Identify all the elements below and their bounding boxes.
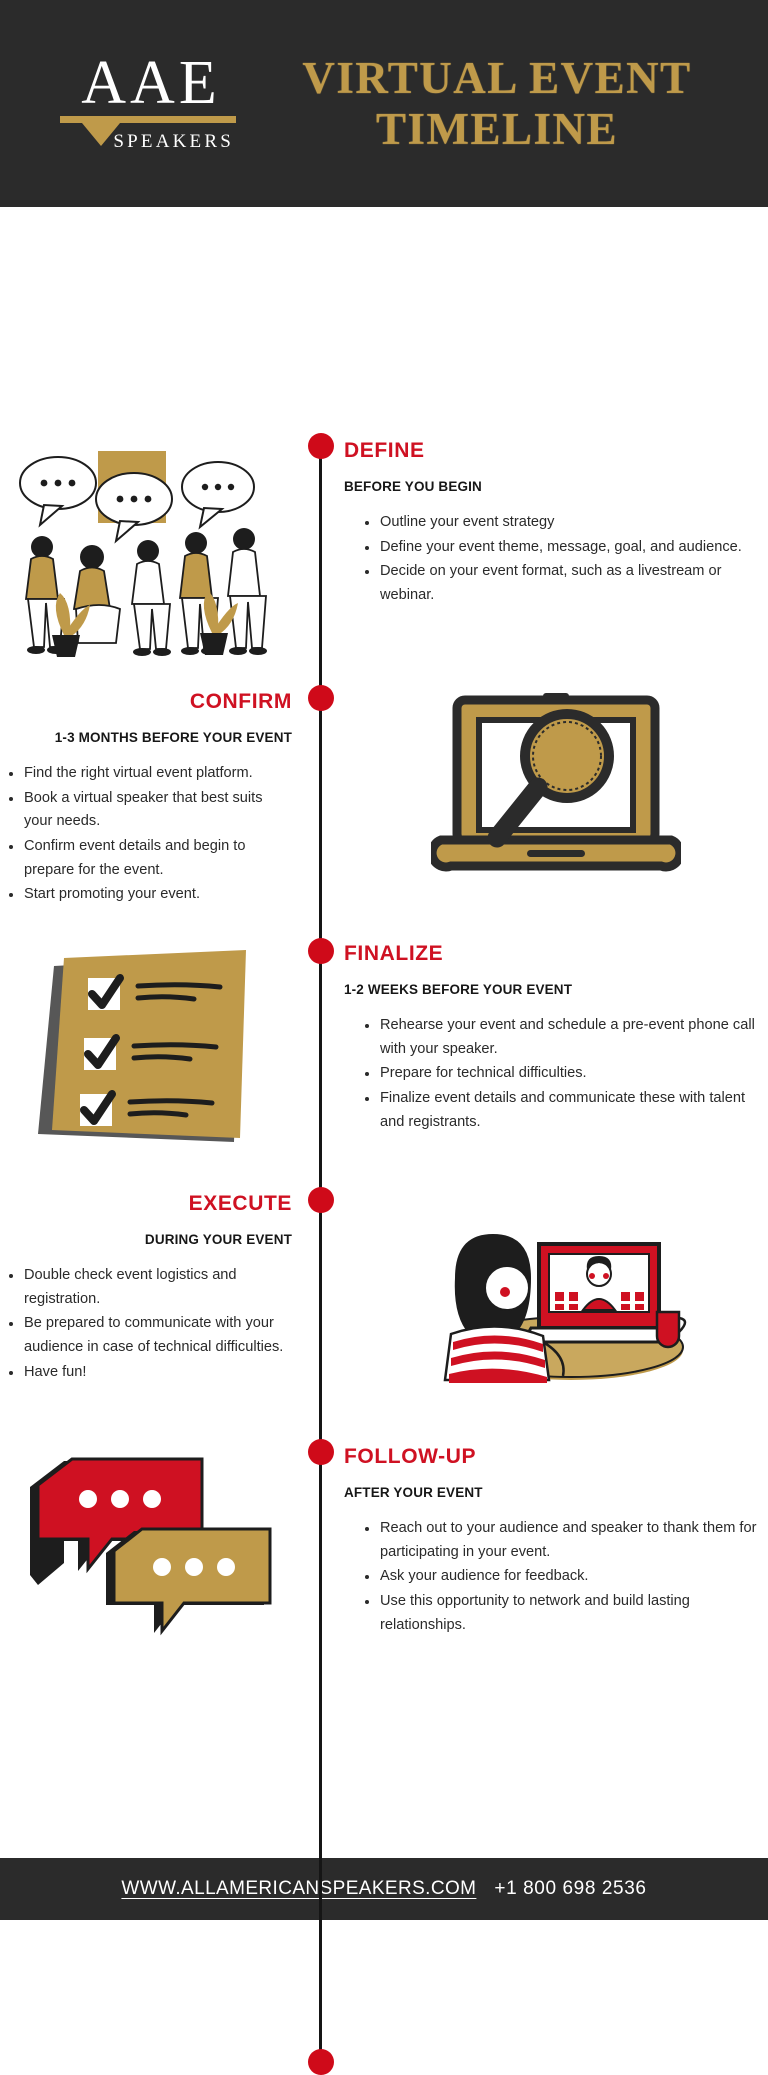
section-title-followup: FOLLOW-UP: [344, 1445, 477, 1468]
section-confirm: CONFIRM 1-3 MONTHS BEFORE YOUR EVENT Fin…: [0, 690, 768, 908]
list-item: Start promoting your event.: [6, 883, 292, 907]
footer-phone-number: +1 800 698 2536: [494, 1878, 647, 1899]
finalize-content: FINALIZE 1-2 WEEKS BEFORE YOUR EVENT Reh…: [318, 942, 768, 1157]
aae-logo: AAE SPEAKERS: [58, 48, 238, 154]
section-finalize: FINALIZE 1-2 WEEKS BEFORE YOUR EVENT Reh…: [0, 942, 768, 1157]
list-item: Decide on your event format, such as a l…: [362, 560, 768, 607]
list-item: Be prepared to communicate with your aud…: [6, 1312, 292, 1359]
timeline-node-execute: [307, 1187, 334, 1213]
section-bullets-execute: Double check event logistics and registr…: [0, 1264, 292, 1384]
timeline-node-end: [307, 2049, 334, 2075]
list-item: Reach out to your audience and speaker t…: [362, 1517, 768, 1564]
page-title: VIRTUAL EVENT TIMELINE: [260, 53, 768, 154]
page-footer: WWW.ALLAMERICANSPEAKERS.COM +1 800 698 2…: [0, 1858, 768, 1920]
footer-website-link[interactable]: WWW.ALLAMERICANSPEAKERS.COM: [121, 1878, 476, 1900]
section-bullets-followup: Reach out to your audience and speaker t…: [344, 1517, 768, 1637]
laptop-magnifying-glass-icon: [431, 693, 681, 872]
list-item: Rehearse your event and schedule a pre-e…: [362, 1014, 768, 1061]
page-header: AAE SPEAKERS VIRTUAL EVENT TIMELINE: [0, 0, 768, 207]
people-talking-speech-bubbles-icon: [19, 451, 267, 657]
list-item: Confirm event details and begin to prepa…: [6, 835, 292, 882]
list-item: Book a virtual speaker that best suits y…: [6, 787, 292, 834]
list-item: Use this opportunity to network and buil…: [362, 1590, 768, 1637]
confirm-content: CONFIRM 1-3 MONTHS BEFORE YOUR EVENT Fin…: [0, 690, 318, 908]
section-title-execute: EXECUTE: [188, 1192, 292, 1215]
list-item: Ask your audience for feedback.: [362, 1565, 768, 1589]
section-bullets-finalize: Rehearse your event and schedule a pre-e…: [344, 1014, 768, 1134]
define-content: DEFINE BEFORE YOU BEGIN Outline your eve…: [318, 439, 768, 679]
timeline-node-confirm: [307, 685, 334, 711]
two-speech-bubbles-icon: [30, 1457, 272, 1636]
section-bullets-confirm: Find the right virtual event platform. B…: [0, 762, 292, 907]
list-item: Define your event theme, message, goal, …: [362, 536, 768, 560]
page-title-line2: TIMELINE: [375, 103, 619, 154]
finalize-illustration-wrap: [0, 942, 318, 1157]
section-subtitle-define: BEFORE YOU BEGIN: [344, 479, 482, 494]
logo-wordmark: AAE: [81, 48, 221, 117]
section-title-confirm: CONFIRM: [189, 690, 292, 713]
followup-illustration-wrap: [0, 1445, 318, 1645]
section-bullets-define: Outline your event strategy Define your …: [344, 511, 768, 608]
list-item: Outline your event strategy: [362, 511, 768, 535]
execute-content: EXECUTE DURING YOUR EVENT Double check e…: [0, 1192, 318, 1387]
section-subtitle-confirm: 1-3 MONTHS BEFORE YOUR EVENT: [54, 730, 292, 745]
list-item: Finalize event details and communicate t…: [362, 1087, 768, 1134]
section-title-define: DEFINE: [344, 439, 425, 462]
followup-content: FOLLOW-UP AFTER YOUR EVENT Reach out to …: [318, 1445, 768, 1645]
checklist-clipboard-icon: [38, 950, 246, 1142]
list-item: Double check event logistics and registr…: [6, 1264, 292, 1311]
timeline-node-followup: [307, 1439, 334, 1465]
section-subtitle-finalize: 1-2 WEEKS BEFORE YOUR EVENT: [344, 982, 573, 997]
section-followup: FOLLOW-UP AFTER YOUR EVENT Reach out to …: [0, 1445, 768, 1645]
section-execute: EXECUTE DURING YOUR EVENT Double check e…: [0, 1192, 768, 1387]
execute-illustration-wrap: [318, 1192, 768, 1387]
section-subtitle-execute: DURING YOUR EVENT: [144, 1232, 292, 1247]
timeline-node-finalize: [307, 938, 334, 964]
list-item: Have fun!: [6, 1361, 292, 1385]
woman-at-laptop-video-call-icon: [443, 1234, 687, 1383]
logo-gold-swoosh-icon: [58, 114, 238, 148]
section-define: DEFINE BEFORE YOU BEGIN Outline your eve…: [0, 439, 768, 679]
page-title-line1: VIRTUAL EVENT: [302, 53, 692, 104]
section-subtitle-followup: AFTER YOUR EVENT: [344, 1485, 483, 1500]
define-illustration-wrap: [0, 439, 318, 679]
list-item: Prepare for technical difficulties.: [362, 1062, 768, 1086]
list-item: Find the right virtual event platform.: [6, 762, 292, 786]
confirm-illustration-wrap: [318, 690, 768, 908]
timeline-node-define: [307, 433, 334, 459]
section-title-finalize: FINALIZE: [344, 942, 444, 965]
